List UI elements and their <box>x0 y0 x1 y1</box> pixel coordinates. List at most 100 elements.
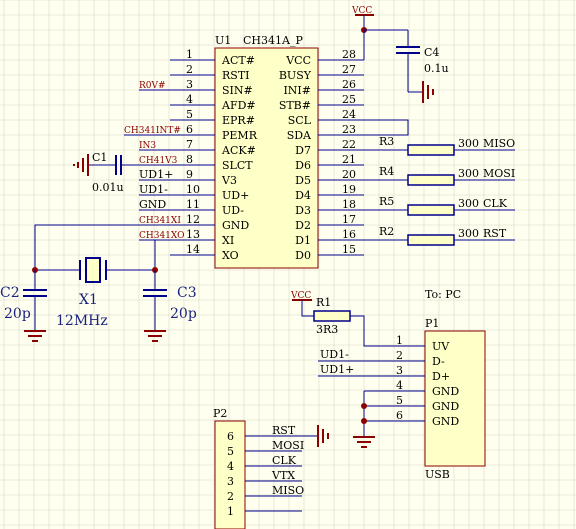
r1-body <box>313 310 351 322</box>
c4-ref: C4 <box>424 46 439 59</box>
p1-gnd-junction-a <box>361 403 367 409</box>
c1-value: 0.01u <box>92 181 124 194</box>
p2-net-label: MOSI <box>272 439 304 452</box>
u1-pin-number: 6 <box>186 123 193 136</box>
u1-pin-name: PEMR <box>222 129 258 142</box>
p2-net-label: VTX <box>271 469 295 482</box>
u1-pin-name: D3 <box>295 204 311 217</box>
c1-ref: C1 <box>92 151 107 164</box>
u1-pin-name: GND <box>222 219 249 232</box>
x1-ref: X1 <box>79 292 98 308</box>
u1-pin-number: 27 <box>342 63 356 76</box>
u1-pin-name: D7 <box>295 144 311 157</box>
p1-pin-name: GND <box>432 385 459 398</box>
u1-pin-name: BUSY <box>279 69 312 82</box>
u1-pin-name: D1 <box>295 234 311 247</box>
p1-pin-name: GND <box>432 400 459 413</box>
u1-pin-name: ACK# <box>221 144 256 157</box>
net-label-in3: IN3 <box>139 141 156 151</box>
u1-pin-name: ACT# <box>221 54 255 67</box>
p1-pin-name: D+ <box>432 370 450 383</box>
u1-pin-number: 13 <box>186 228 200 241</box>
usb-label: To: PC <box>425 288 461 301</box>
resistor-ref: R2 <box>379 225 394 238</box>
u1-pin-name: EPR# <box>222 114 255 127</box>
u1-pin-number: 20 <box>342 168 356 181</box>
resistor-value: 300 <box>458 197 479 210</box>
resistor-value: 300 <box>458 227 479 240</box>
p1-pin-name: GND <box>432 415 459 428</box>
p2-net-label: RST <box>272 424 296 437</box>
net-label-ud1minus: UD1- <box>139 183 168 196</box>
net-label-ch41v3: CH41V3 <box>139 156 178 166</box>
p1-connector[interactable]: To: PC P1 USB 1 UV 2 D- 3 D+ 4 GND 5 GND 6 GND <box>396 288 486 481</box>
u1-pin-name: SLCT <box>222 159 253 172</box>
u1-pin-number: 28 <box>342 48 356 61</box>
c3-ground-icon <box>144 330 166 342</box>
p1-name: USB <box>425 468 450 481</box>
u1-pin-name: RSTI <box>222 69 250 82</box>
u1-pin-name: D2 <box>295 219 311 232</box>
c2-ground-icon <box>24 330 46 342</box>
u1-pin-number: 21 <box>342 153 356 166</box>
u1-pin-name: XO <box>222 249 239 262</box>
p1-net-ud1minus: UD1- <box>320 348 349 361</box>
net-label-ud1plus: UD1+ <box>139 168 173 181</box>
u1-pin-number: 14 <box>186 243 200 256</box>
p1-pin-number: 3 <box>396 364 403 377</box>
u1-pin-name: AFD# <box>221 99 256 112</box>
resistor-net-label: MOSI <box>483 167 515 180</box>
u1-pin-number: 10 <box>186 183 200 196</box>
u1-pin-name: SDA <box>287 129 312 142</box>
u1-pin-number: 26 <box>342 78 356 91</box>
net-label-r0v: R0V# <box>139 81 166 91</box>
vcc-c4-section: VCC <box>351 6 422 136</box>
p1-pin-number: 6 <box>396 409 403 422</box>
spi-resistors: R3 300 MISO R4 300 MOSI R5 300 CLK R2 300 RST <box>364 135 515 246</box>
p1-pin-number: 1 <box>396 334 403 347</box>
resistor-value: 300 <box>458 137 479 150</box>
u1-pin-number: 25 <box>342 93 356 106</box>
resistor-body[interactable] <box>407 204 455 216</box>
x1-value: 12MHz <box>56 313 108 329</box>
p1-ref: P1 <box>425 317 439 330</box>
p1-pin-name: D- <box>432 355 445 368</box>
p1-pin-number: 4 <box>396 379 403 392</box>
resistor-body[interactable] <box>407 174 455 186</box>
p1-pin-name: UV <box>432 340 450 353</box>
p2-connector[interactable]: P2 6 RST 5 MOSI 4 CLK 3 VTX 2 MISO 1 <box>213 407 304 529</box>
resistor-body[interactable] <box>407 234 455 246</box>
r1-ref: R1 <box>316 296 331 309</box>
u1-pin-name: V3 <box>221 174 237 187</box>
u1-pin-number: 11 <box>186 198 200 211</box>
u1-pin-number: 8 <box>186 153 193 166</box>
u1-pin-number: 23 <box>342 123 356 136</box>
u1-pin-name: D4 <box>295 189 311 202</box>
schematic-canvas: U1 CH341A_P 1 ACT# 2 RSTI 3 SIN# 4 AFD# 5 EPR# 6 PE… <box>0 0 576 529</box>
p2-pin-number: 1 <box>227 505 234 518</box>
p1-gnd-junction-b <box>361 418 367 424</box>
u1-pin-name: INI# <box>283 84 311 97</box>
resistor-body[interactable] <box>407 144 455 156</box>
u1-pin-number: 18 <box>342 198 356 211</box>
p2-pin-number: 6 <box>227 430 234 443</box>
p2-pin-number: 2 <box>227 490 234 503</box>
u1-pin-name: STB# <box>279 99 311 112</box>
c1-capacitor[interactable]: C1 0.01u <box>88 151 135 194</box>
x1-body <box>85 257 101 283</box>
u1-pin-number: 12 <box>186 213 200 226</box>
c3-ref: C3 <box>177 285 197 301</box>
p2-pin-number: 5 <box>227 445 234 458</box>
u1-pin-number: 9 <box>186 168 193 181</box>
resistor-net-label: RST <box>483 227 507 240</box>
r1-value: 3R3 <box>316 323 338 336</box>
net-label-ch341int: CH341INT# <box>124 126 181 136</box>
c3-value: 20p <box>170 306 197 322</box>
u1-pin-number: 24 <box>342 108 356 121</box>
p2-net-label: MISO <box>272 484 304 497</box>
u1-pin-name: XI <box>222 234 234 247</box>
p1-nets: UD1- UD1+ <box>318 348 408 436</box>
resistor-ref: R3 <box>379 135 394 148</box>
u1-pin-number: 17 <box>342 213 356 226</box>
p2-ref: P2 <box>213 407 227 420</box>
